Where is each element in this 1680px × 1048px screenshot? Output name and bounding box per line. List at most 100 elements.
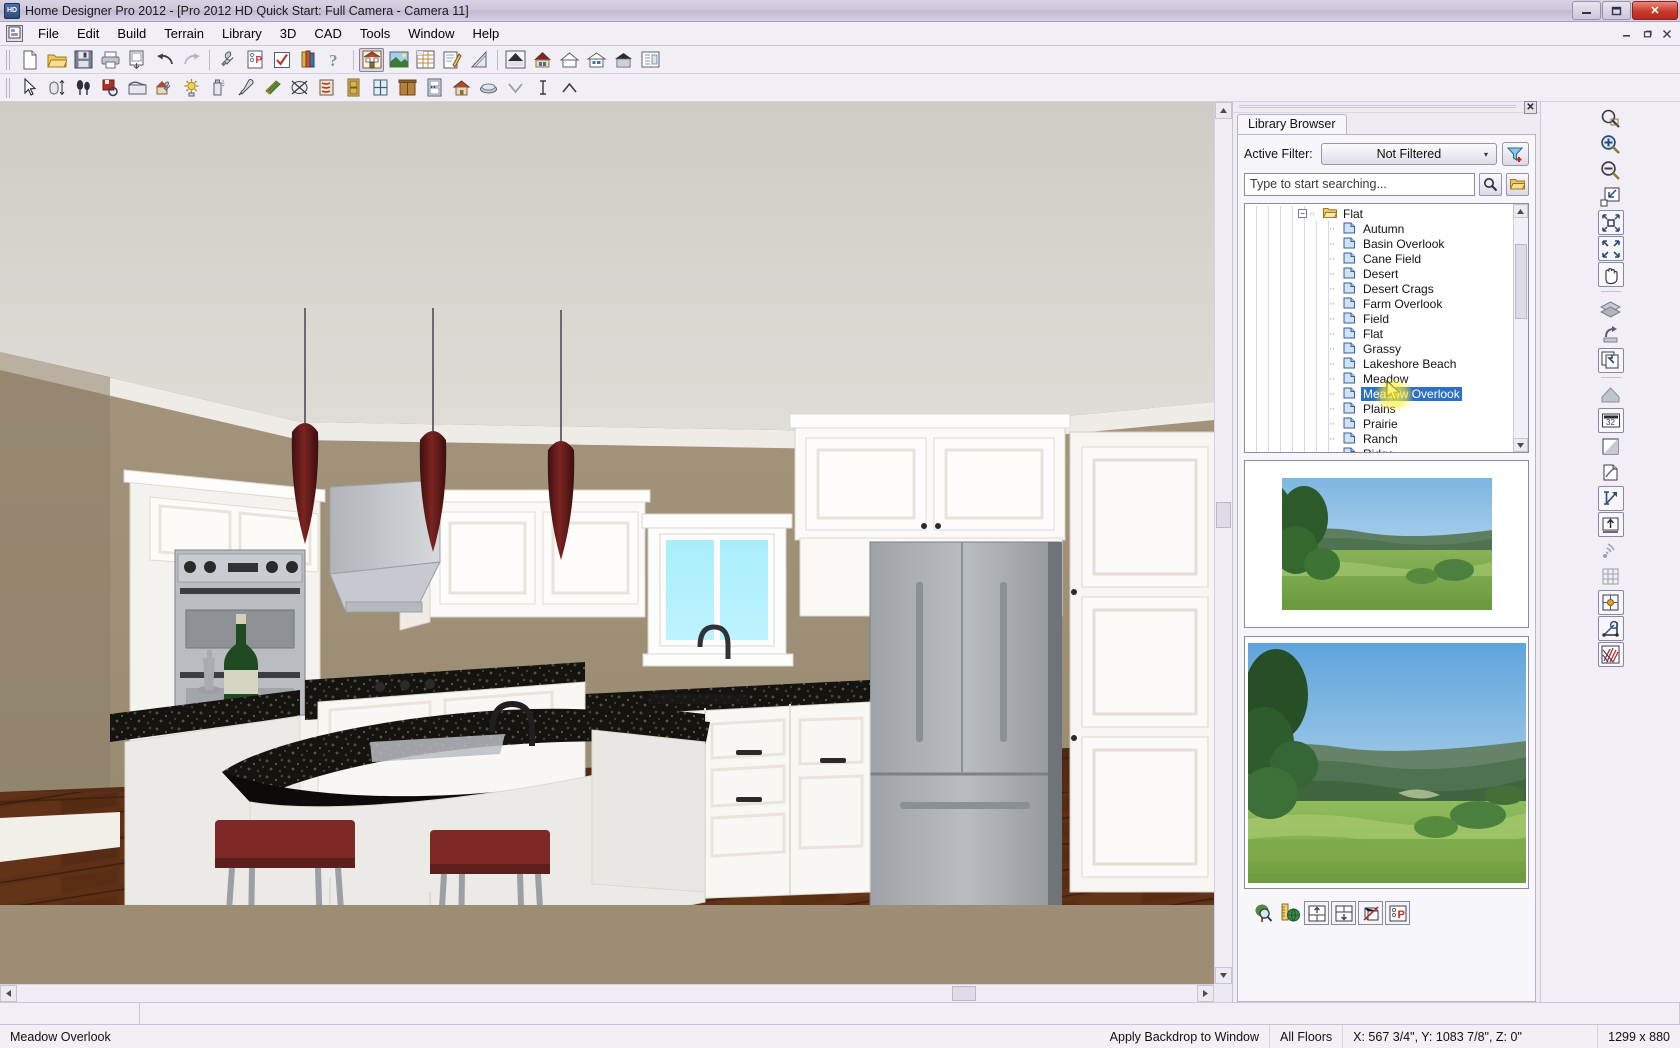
door-button[interactable] xyxy=(341,76,366,100)
fill-window-button[interactable] xyxy=(1598,184,1624,209)
library-panel-grip[interactable]: ✕ xyxy=(1233,102,1540,113)
collapse-expander-icon[interactable]: − xyxy=(1298,209,1307,218)
maximize-restore-button[interactable] xyxy=(1602,1,1631,20)
properties-p-icon[interactable]: P xyxy=(1385,901,1410,925)
layers-button[interactable] xyxy=(1598,296,1624,321)
window-button[interactable] xyxy=(368,76,393,100)
scroll-down-arrow[interactable] xyxy=(1215,967,1232,984)
tree-item-farm-overlook[interactable]: ·· Farm Overlook xyxy=(1245,296,1513,311)
swap-arrow-button[interactable] xyxy=(1598,322,1624,347)
tree-scroll-up-arrow[interactable] xyxy=(1513,204,1528,218)
tree-scroll-down-arrow[interactable] xyxy=(1513,438,1528,452)
chevron-down-button[interactable] xyxy=(503,76,528,100)
toolbar-grip[interactable] xyxy=(5,78,13,98)
cross-section-button[interactable] xyxy=(440,48,465,72)
door-house-button[interactable] xyxy=(584,48,609,72)
tree-folder-flat[interactable]: − ·· Flat xyxy=(1245,206,1513,221)
menu-item-terrain[interactable]: Terrain xyxy=(155,23,213,44)
appliance-button[interactable] xyxy=(422,76,447,100)
minimize-button[interactable] xyxy=(1572,1,1601,20)
fill-building-button[interactable] xyxy=(1598,210,1624,235)
close-button[interactable]: ✕ xyxy=(1632,1,1678,20)
material-painter-button[interactable] xyxy=(98,76,123,100)
magnifier-icon[interactable] xyxy=(1479,173,1502,196)
dimension-button[interactable] xyxy=(530,76,555,100)
material-stripe-button[interactable] xyxy=(260,76,285,100)
scroll-left-arrow[interactable] xyxy=(0,985,17,1002)
angle-up-button[interactable] xyxy=(557,76,582,100)
select-objects-button[interactable] xyxy=(17,76,42,100)
rug-button[interactable] xyxy=(314,76,339,100)
bottom-cell-left[interactable] xyxy=(0,1003,140,1024)
horizontal-scroll-thumb[interactable] xyxy=(952,986,976,1001)
mdi-minimize-button[interactable] xyxy=(1618,25,1636,42)
scroll-up-arrow[interactable] xyxy=(1215,102,1232,119)
full-camera-button[interactable] xyxy=(503,48,528,72)
open-plan-button[interactable] xyxy=(44,48,69,72)
zoom-out-button[interactable] xyxy=(1598,158,1624,183)
floor-overview-button[interactable] xyxy=(611,48,636,72)
plan-view-button[interactable] xyxy=(638,48,663,72)
camera-view-button[interactable] xyxy=(386,48,411,72)
backdrop-button[interactable] xyxy=(152,76,177,100)
menu-item-tools[interactable]: Tools xyxy=(351,23,399,44)
bottom-cell-right[interactable] xyxy=(140,1003,1680,1024)
terrain-button[interactable] xyxy=(125,76,150,100)
elevation-button[interactable] xyxy=(467,48,492,72)
tree-item-basin-overlook[interactable]: ·· Basin Overlook xyxy=(1245,236,1513,251)
no-hatch-button[interactable] xyxy=(287,76,312,100)
tree-magnifier-icon[interactable] xyxy=(1250,901,1275,925)
folder-open-icon[interactable] xyxy=(1506,173,1529,196)
menu-item-cad[interactable]: CAD xyxy=(305,23,350,44)
attic-roof-button[interactable] xyxy=(1598,382,1624,407)
tree-scroll-thumb[interactable] xyxy=(1515,244,1527,319)
tree-item-desert[interactable]: ·· Desert xyxy=(1245,266,1513,281)
preferences-button[interactable] xyxy=(215,48,240,72)
zoom-extents-button[interactable] xyxy=(1598,236,1624,261)
menu-item-window[interactable]: Window xyxy=(399,23,463,44)
tree-item-ridge[interactable]: ·· Ridge xyxy=(1245,446,1513,452)
cabinet-button[interactable] xyxy=(395,76,420,100)
tree-item-prairie[interactable]: ·· Prairie xyxy=(1245,416,1513,431)
eyedropper-button[interactable] xyxy=(233,76,258,100)
angle-snap-button[interactable] xyxy=(1598,616,1624,641)
undo-button[interactable] xyxy=(152,48,177,72)
mdi-restore-button[interactable] xyxy=(1638,25,1656,42)
tree-item-grassy[interactable]: ·· Grassy xyxy=(1245,341,1513,356)
overview-button[interactable] xyxy=(557,48,582,72)
cube-slash-icon[interactable] xyxy=(1358,901,1383,925)
active-filter-dropdown[interactable]: Not Filtered ▾ xyxy=(1321,143,1497,165)
mdi-close-button[interactable] xyxy=(1658,25,1676,42)
spray-can-button[interactable] xyxy=(206,76,231,100)
tree-item-field[interactable]: ·· Field xyxy=(1245,311,1513,326)
library-browser-button[interactable] xyxy=(296,48,321,72)
tree-item-autumn[interactable]: ·· Autumn xyxy=(1245,221,1513,236)
panel-down-icon[interactable] xyxy=(1331,901,1356,925)
tree-item-desert-crags[interactable]: ·· Desert Crags xyxy=(1245,281,1513,296)
check-button[interactable] xyxy=(269,48,294,72)
menu-item-file[interactable]: File xyxy=(29,23,68,44)
print-preview-button[interactable] xyxy=(125,48,150,72)
zoom-window-button[interactable] xyxy=(1598,106,1624,131)
menu-item-3d[interactable]: 3D xyxy=(271,23,306,44)
refresh-pages-button[interactable] xyxy=(1598,348,1624,373)
render-hatch-button[interactable] xyxy=(1598,642,1624,667)
material-list-button[interactable] xyxy=(413,48,438,72)
menu-item-library[interactable]: Library xyxy=(213,23,271,44)
up-floor-button[interactable] xyxy=(1598,512,1624,537)
library-preview-large[interactable] xyxy=(1244,636,1529,889)
tree-item-meadow[interactable]: ·· Meadow xyxy=(1245,371,1513,386)
adjust-height-button[interactable] xyxy=(44,76,69,100)
menu-item-help[interactable]: Help xyxy=(463,23,508,44)
menu-item-edit[interactable]: Edit xyxy=(68,23,108,44)
plan-defaults-button[interactable]: P xyxy=(242,48,267,72)
help-button[interactable]: ? xyxy=(323,48,348,72)
tree-item-lakeshore-beach[interactable]: ·· Lakeshore Beach xyxy=(1245,356,1513,371)
vertical-scroll-thumb[interactable] xyxy=(1216,502,1231,528)
camera-3d-view[interactable] xyxy=(0,102,1214,984)
interior-camera-button[interactable] xyxy=(530,48,555,72)
search-input[interactable]: Type to start searching... xyxy=(1244,173,1475,196)
grid-button[interactable] xyxy=(1598,564,1624,589)
pool-button[interactable] xyxy=(476,76,501,100)
sun-angle-button[interactable] xyxy=(179,76,204,100)
